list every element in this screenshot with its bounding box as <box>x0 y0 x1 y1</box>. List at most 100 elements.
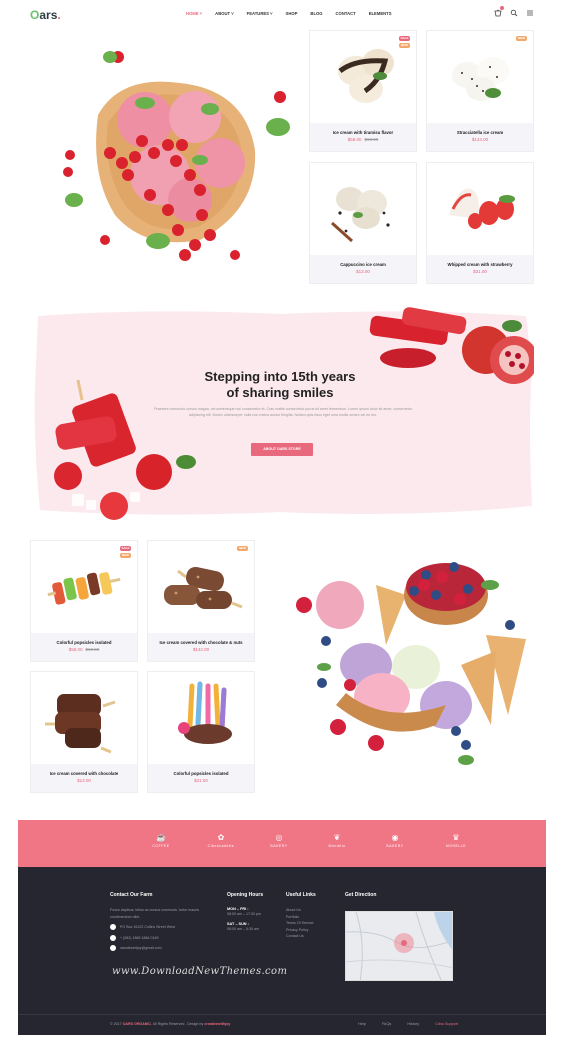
new-badge: NEW <box>120 553 131 558</box>
address-line: PO Box 16122 Collins Street West <box>110 924 220 931</box>
footer-links: Useful Links About Us Portfolio Terms Of… <box>286 892 338 940</box>
product-card[interactable]: NEW Stracciatella ice cream $143.00 <box>426 30 534 152</box>
footer-contact-desc: Fusce dapibus, tellus ac cursus commodo,… <box>110 908 200 919</box>
phone-text[interactable]: + (082) 1889 1884 0169 <box>120 935 158 942</box>
product-info: Colorful popsicles isolated $58.00 $60.00 <box>31 633 137 661</box>
mail-icon <box>110 945 116 952</box>
current-price: $31.00 <box>473 269 487 274</box>
sale-badge: SALE <box>399 36 410 41</box>
search-icon[interactable] <box>510 9 518 17</box>
current-price: $13.00 <box>77 778 91 783</box>
about-store-button[interactable]: ABOUT OARS STORE <box>251 443 313 456</box>
product-info: Stracciatella ice cream $143.00 <box>427 123 533 151</box>
product-info: Ice cream covered with chocolate $13.00 <box>31 764 137 792</box>
product-name[interactable]: Colorful popsicles isolated <box>148 771 254 776</box>
product-info: Ice cream with tiramisu flavor $58.00 $60… <box>310 123 416 151</box>
copyright-text: . All Rights Reserved . Design by <box>151 1022 205 1026</box>
phone-icon <box>110 934 116 941</box>
cart-icon[interactable] <box>494 6 504 17</box>
product-image[interactable] <box>427 163 533 256</box>
brand-name: COFFEE <box>152 844 170 848</box>
cart-count-badge <box>500 6 504 10</box>
logo-dot: . <box>57 8 61 22</box>
footer-links-title: Useful Links <box>286 892 316 898</box>
brand-logo[interactable]: ♛ MOHELLE <box>438 832 474 856</box>
logo-initial: O <box>30 8 40 22</box>
product-info: Cappuccino ice cream $13.00 <box>310 255 416 283</box>
hero-ice-cream-image <box>63 51 290 261</box>
footer-link-help[interactable]: Help <box>358 1022 366 1026</box>
main-nav: HOME ˅ ABOUT ˅ FEATURES ˅ SHOP BLOG CONT… <box>186 11 405 16</box>
product-image[interactable] <box>31 672 137 765</box>
product-image[interactable] <box>427 31 533 124</box>
product-card[interactable]: Whipped cream with strawberry $31.00 <box>426 162 534 284</box>
old-price: $60.00 <box>85 647 100 652</box>
nav-contact[interactable]: CONTACT <box>336 11 356 16</box>
product-card[interactable]: Ice cream covered with chocolate $13.00 <box>30 671 138 793</box>
product-card[interactable]: SALE NEW Colorful popsicles isolated $58… <box>30 540 138 662</box>
new-badge: NEW <box>399 43 410 48</box>
product-name[interactable]: Whipped cream with strawberry <box>427 262 533 267</box>
footer-link-faqs[interactable]: FAQs <box>382 1022 392 1026</box>
product-image[interactable] <box>310 163 416 256</box>
product-image[interactable] <box>148 672 254 765</box>
weekday-hours: 08:00 am – 17:00 pm <box>227 912 261 916</box>
product-card[interactable]: Colorful popsicles isolated $31.00 <box>147 671 255 793</box>
nav-shop[interactable]: SHOP <box>286 11 298 16</box>
product-price: $31.00 <box>427 269 533 274</box>
nav-about[interactable]: ABOUT ˅ <box>215 11 234 16</box>
current-price: $58.00 <box>347 137 362 142</box>
brand-name: MOHELLE <box>445 844 467 848</box>
product-name[interactable]: Ice cream covered with chocolate <box>31 771 137 776</box>
copyright-author[interactable]: creativewithjoy <box>204 1022 230 1026</box>
product-name[interactable]: Ice cream with tiramisu flavor <box>310 130 416 135</box>
nav-home[interactable]: HOME ˅ <box>186 11 202 16</box>
product-name[interactable]: Ice cream covered with chocolate & nuts <box>148 640 254 645</box>
site-logo[interactable]: Oars. <box>30 8 61 22</box>
product-info: Whipped cream with strawberry $31.00 <box>427 255 533 283</box>
product-name[interactable]: Cappuccino ice cream <box>310 262 416 267</box>
footer-hours-title: Opening Hours <box>227 892 264 898</box>
product-name[interactable]: Colorful popsicles isolated <box>31 640 137 645</box>
brand-logo[interactable]: ◎ BAKERY <box>264 832 294 856</box>
nav-features[interactable]: FEATURES ˅ <box>247 11 273 16</box>
current-price: $143.00 <box>471 137 489 142</box>
nav-blog[interactable]: BLOG <box>310 11 322 16</box>
product-price: $31.00 <box>148 778 254 783</box>
new-badge: NEW <box>516 36 527 41</box>
footer-hours: Opening Hours MON – FRI : 08:00 am – 17:… <box>227 892 287 932</box>
product-card[interactable]: SALE NEW Ice cream with tiramisu flavor … <box>309 30 417 152</box>
product-image[interactable] <box>148 541 254 634</box>
sale-badge: SALE <box>120 546 131 551</box>
footer-link-contact[interactable]: Contact Us <box>286 933 338 940</box>
brand-logo[interactable]: ☕ COFFEE <box>146 832 176 856</box>
page: Oars. HOME ˅ ABOUT ˅ FEATURES ˅ SHOP BLO… <box>0 0 564 1064</box>
product-card[interactable]: NEW Ice cream covered with chocolate & n… <box>147 540 255 662</box>
footer-link-history[interactable]: History <box>407 1022 419 1026</box>
current-price: $142.00 <box>192 647 210 652</box>
menu-icon[interactable] <box>526 9 534 17</box>
product-price: $143.00 <box>427 137 533 142</box>
brand-name: Ciboncadette <box>207 844 235 848</box>
brand-name: BAKERY <box>270 844 288 848</box>
product-card[interactable]: Cappuccino ice cream $13.00 <box>309 162 417 284</box>
location-map[interactable] <box>345 911 453 981</box>
footer-direction: Get Direction <box>345 892 376 907</box>
old-price: $60.00 <box>364 137 379 142</box>
header: Oars. HOME ˅ ABOUT ˅ FEATURES ˅ SHOP BLO… <box>0 0 564 28</box>
brand-name: BAKERY <box>386 844 404 848</box>
product-price: $13.00 <box>310 269 416 274</box>
product-price: $142.00 <box>148 647 254 652</box>
brand-logo[interactable]: ❦ Mondelo <box>322 832 352 856</box>
footer-divider <box>18 1014 546 1015</box>
brand-logo[interactable]: ◉ BAKERY <box>380 832 410 856</box>
email-text[interactable]: oarsdesertjoy@gmail.com <box>120 945 162 952</box>
promo-title: Stepping into 15th years of sharing smile… <box>180 369 380 401</box>
nav-elements[interactable]: ELEMENTS <box>369 11 392 16</box>
footer-link-support[interactable]: Clina Support <box>435 1022 458 1026</box>
product-info: Colorful popsicles isolated $31.00 <box>148 764 254 792</box>
product-name[interactable]: Stracciatella ice cream <box>427 130 533 135</box>
copyright-brand[interactable]: OARS ORGANIC <box>123 1022 151 1026</box>
product-info: Ice cream covered with chocolate & nuts … <box>148 633 254 661</box>
brand-logo[interactable]: ✿ Ciboncadette <box>204 832 238 856</box>
